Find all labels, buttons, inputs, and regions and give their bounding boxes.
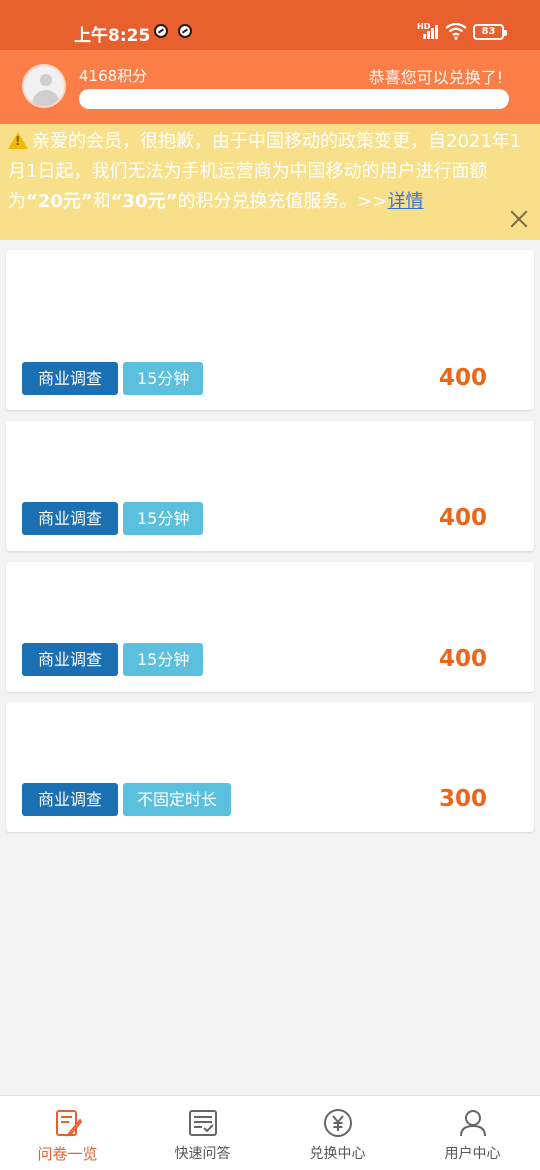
progress-fill	[79, 89, 509, 109]
duration-tag: 15分钟	[123, 643, 204, 676]
duration-tag: 15分钟	[123, 502, 204, 535]
notice-amount: “20元”	[26, 191, 93, 212]
category-tag: 商业调查	[22, 783, 118, 816]
category-tag: 商业调查	[22, 362, 118, 395]
notice-amount: “30元”	[110, 191, 178, 212]
tab-quick-qa[interactable]: 快速问答	[135, 1096, 270, 1170]
signal-icon	[423, 25, 439, 39]
duration-tag: 15分钟	[123, 362, 204, 395]
status-time: 上午8:25	[74, 26, 151, 46]
detail-link[interactable]: 详情	[388, 191, 424, 212]
tab-label: 用户中心	[444, 1146, 501, 1162]
survey-card[interactable]: 商业调查 15分钟 400	[6, 562, 534, 692]
category-tag: 商业调查	[22, 643, 118, 676]
avatar[interactable]	[22, 64, 66, 108]
tab-user-center[interactable]: 用户中心	[405, 1096, 540, 1170]
checklist-icon	[188, 1110, 217, 1136]
yuan-coin-icon	[323, 1109, 352, 1137]
warning-icon	[8, 132, 28, 149]
notification-icon	[178, 24, 192, 38]
close-icon[interactable]	[508, 208, 530, 230]
survey-points: 400	[438, 505, 487, 531]
notice-banner: 亲爱的会员，很抱歉，由于中国移动的政策变更，自2021年1月1日起，我们无法为手…	[0, 124, 540, 240]
survey-points: 400	[438, 365, 487, 391]
wifi-icon	[445, 22, 467, 40]
points-header: 4168积分 恭喜您可以兑换了!	[0, 50, 540, 124]
duration-tag: 不固定时长	[123, 783, 232, 816]
status-bar: 上午8:25 HD 83	[0, 0, 540, 50]
tab-exchange-center[interactable]: 兑换中心	[270, 1096, 405, 1170]
tab-survey-list[interactable]: 问卷一览	[0, 1096, 135, 1170]
survey-card[interactable]: 商业调查 15分钟 400	[6, 421, 534, 551]
battery-icon: 83	[473, 24, 507, 40]
category-tag: 商业调查	[22, 502, 118, 535]
notification-icon	[154, 24, 168, 38]
points-balance: 4168积分	[79, 67, 148, 85]
tab-label: 问卷一览	[37, 1145, 98, 1163]
notice-text: 的积分兑换充值服务。>>	[177, 191, 388, 212]
tab-label: 快速问答	[174, 1146, 231, 1162]
congrats-text: 恭喜您可以兑换了!	[368, 68, 503, 87]
survey-card[interactable]: 商业调查 不固定时长 300	[6, 702, 534, 832]
survey-card[interactable]: 商业调查 15分钟 400	[6, 250, 534, 410]
notice-text: 和	[92, 191, 111, 212]
survey-points: 300	[438, 786, 487, 812]
edit-doc-icon	[55, 1110, 82, 1137]
user-icon	[459, 1110, 486, 1137]
points-progress-bar	[79, 89, 509, 109]
bottom-tab-bar: 问卷一览 快速问答 兑换中心 用户中心	[0, 1095, 540, 1170]
survey-points: 400	[438, 646, 487, 672]
tab-label: 兑换中心	[309, 1146, 366, 1162]
